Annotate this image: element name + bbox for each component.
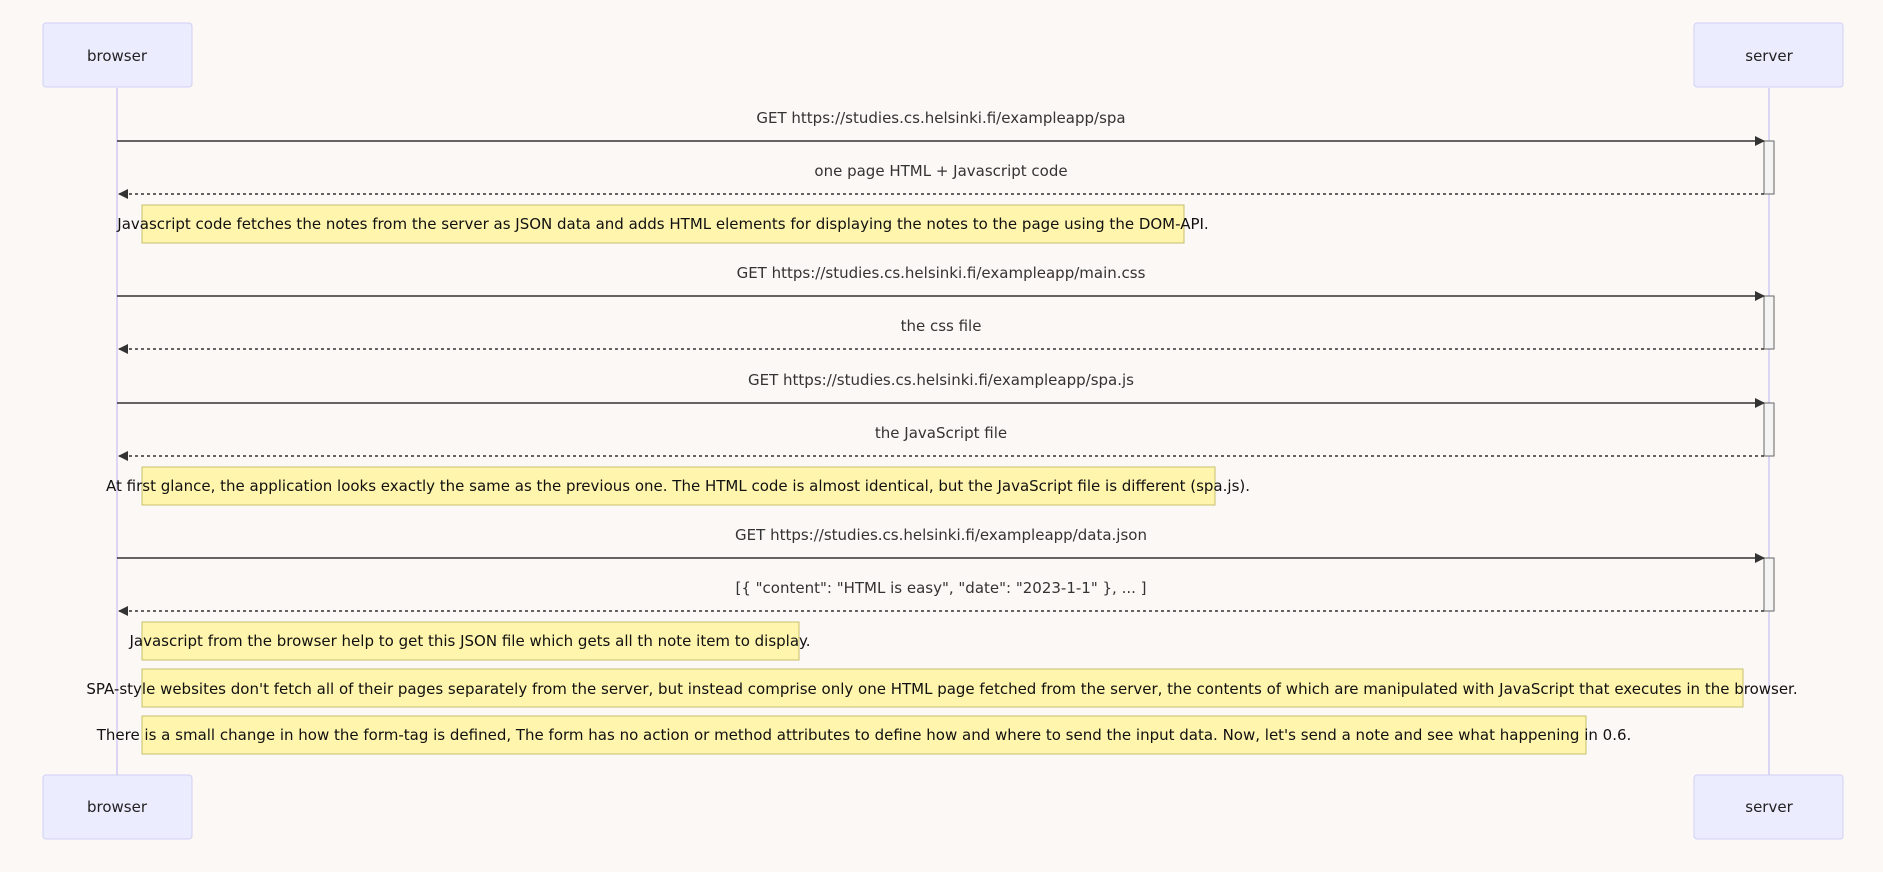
actor-server-top: server	[1693, 22, 1844, 88]
server-activation	[1763, 402, 1775, 457]
actor-browser-bottom: browser	[42, 774, 193, 840]
message-label: [{ "content": "HTML is easy", "date": "2…	[735, 579, 1146, 597]
message-css-response: the css file	[118, 317, 1764, 354]
note-text: Javascript code fetches the notes from t…	[116, 215, 1208, 233]
message-label: GET https://studies.cs.helsinki.fi/examp…	[756, 109, 1125, 127]
message-label: GET https://studies.cs.helsinki.fi/examp…	[748, 371, 1134, 389]
actor-server-top-label: server	[1745, 47, 1793, 65]
note-dom-api: Javascript code fetches the notes from t…	[116, 204, 1209, 244]
message-get-spa: GET https://studies.cs.helsinki.fi/examp…	[117, 109, 1765, 146]
note-text: Javascript from the browser help to get …	[128, 632, 810, 650]
note-form-tag: There is a small change in how the form-…	[96, 715, 1632, 755]
message-label: one page HTML + Javascript code	[814, 162, 1067, 180]
actor-browser-top: browser	[42, 22, 193, 88]
server-activation	[1763, 140, 1775, 195]
actor-server-bottom-label: server	[1745, 798, 1793, 816]
note-text: At first glance, the application looks e…	[106, 477, 1250, 495]
sequence-diagram: browser server browser server GET https:…	[42, 22, 1844, 840]
server-activation	[1763, 295, 1775, 350]
message-data-response: [{ "content": "HTML is easy", "date": "2…	[118, 579, 1764, 616]
message-label: GET https://studies.cs.helsinki.fi/examp…	[735, 526, 1147, 544]
note-text: SPA-style websites don't fetch all of th…	[86, 680, 1797, 698]
message-label: the css file	[901, 317, 982, 335]
message-get-main-css: GET https://studies.cs.helsinki.fi/examp…	[117, 264, 1765, 301]
actor-server-bottom: server	[1693, 774, 1844, 840]
message-label: GET https://studies.cs.helsinki.fi/examp…	[737, 264, 1146, 282]
message-get-spa-js: GET https://studies.cs.helsinki.fi/examp…	[117, 371, 1765, 408]
note-spa-style: SPA-style websites don't fetch all of th…	[86, 668, 1798, 708]
note-first-glance: At first glance, the application looks e…	[106, 466, 1250, 506]
message-spa-response: one page HTML + Javascript code	[118, 162, 1764, 199]
message-js-response: the JavaScript file	[118, 424, 1764, 461]
server-activation	[1763, 557, 1775, 612]
note-text: There is a small change in how the form-…	[96, 726, 1632, 744]
actor-browser-top-label: browser	[87, 47, 148, 65]
message-label: the JavaScript file	[875, 424, 1007, 442]
message-get-data-json: GET https://studies.cs.helsinki.fi/examp…	[117, 526, 1765, 563]
note-json-file: Javascript from the browser help to get …	[128, 621, 811, 661]
actor-browser-bottom-label: browser	[87, 798, 148, 816]
